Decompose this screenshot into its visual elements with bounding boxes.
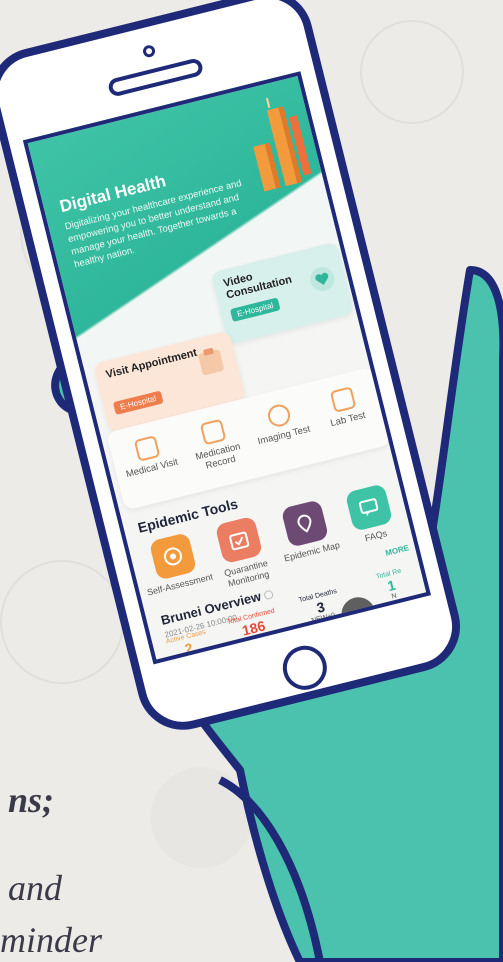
- flask-icon: [329, 386, 357, 413]
- service-imaging-test[interactable]: Imaging Test: [245, 397, 316, 448]
- video-ehospital-badge[interactable]: E-Hospital: [229, 297, 281, 322]
- service-label: Lab Test: [329, 409, 367, 430]
- service-medication-record[interactable]: Medication Record: [179, 414, 253, 476]
- service-medical-visit[interactable]: Medical Visit: [113, 430, 184, 481]
- heart-icon: [310, 267, 335, 292]
- background-text-line3: minder: [0, 920, 102, 960]
- background-text-line1: ns;: [8, 780, 55, 820]
- map-pin-icon: [280, 499, 330, 548]
- stat-total-confirmed: Total Confirmed 186 NEW+1: [219, 606, 288, 651]
- service-label: Imaging Test: [256, 423, 312, 448]
- assessment-icon: [148, 532, 198, 581]
- clipboard-icon: [198, 348, 224, 376]
- service-label: Medication Record: [194, 441, 242, 472]
- visit-ehospital-badge[interactable]: E-Hospital: [112, 390, 164, 415]
- speaker-slot: [106, 57, 205, 98]
- hospital-icon: [133, 435, 161, 462]
- tool-label: Quarantine Monitoring: [223, 557, 271, 589]
- calendar-icon: [214, 515, 264, 565]
- chat-icon: [344, 483, 394, 532]
- more-link[interactable]: MORE: [384, 543, 409, 558]
- camera-dot: [141, 43, 157, 59]
- medication-icon: [199, 418, 227, 446]
- imaging-icon: [265, 402, 293, 429]
- background-text-line2: and: [8, 868, 62, 908]
- service-lab-test[interactable]: Lab Test: [309, 381, 380, 432]
- home-button[interactable]: [278, 641, 332, 695]
- tool-faqs[interactable]: FAQs: [328, 479, 413, 550]
- service-label: Medical Visit: [124, 456, 180, 481]
- info-icon[interactable]: [262, 589, 274, 601]
